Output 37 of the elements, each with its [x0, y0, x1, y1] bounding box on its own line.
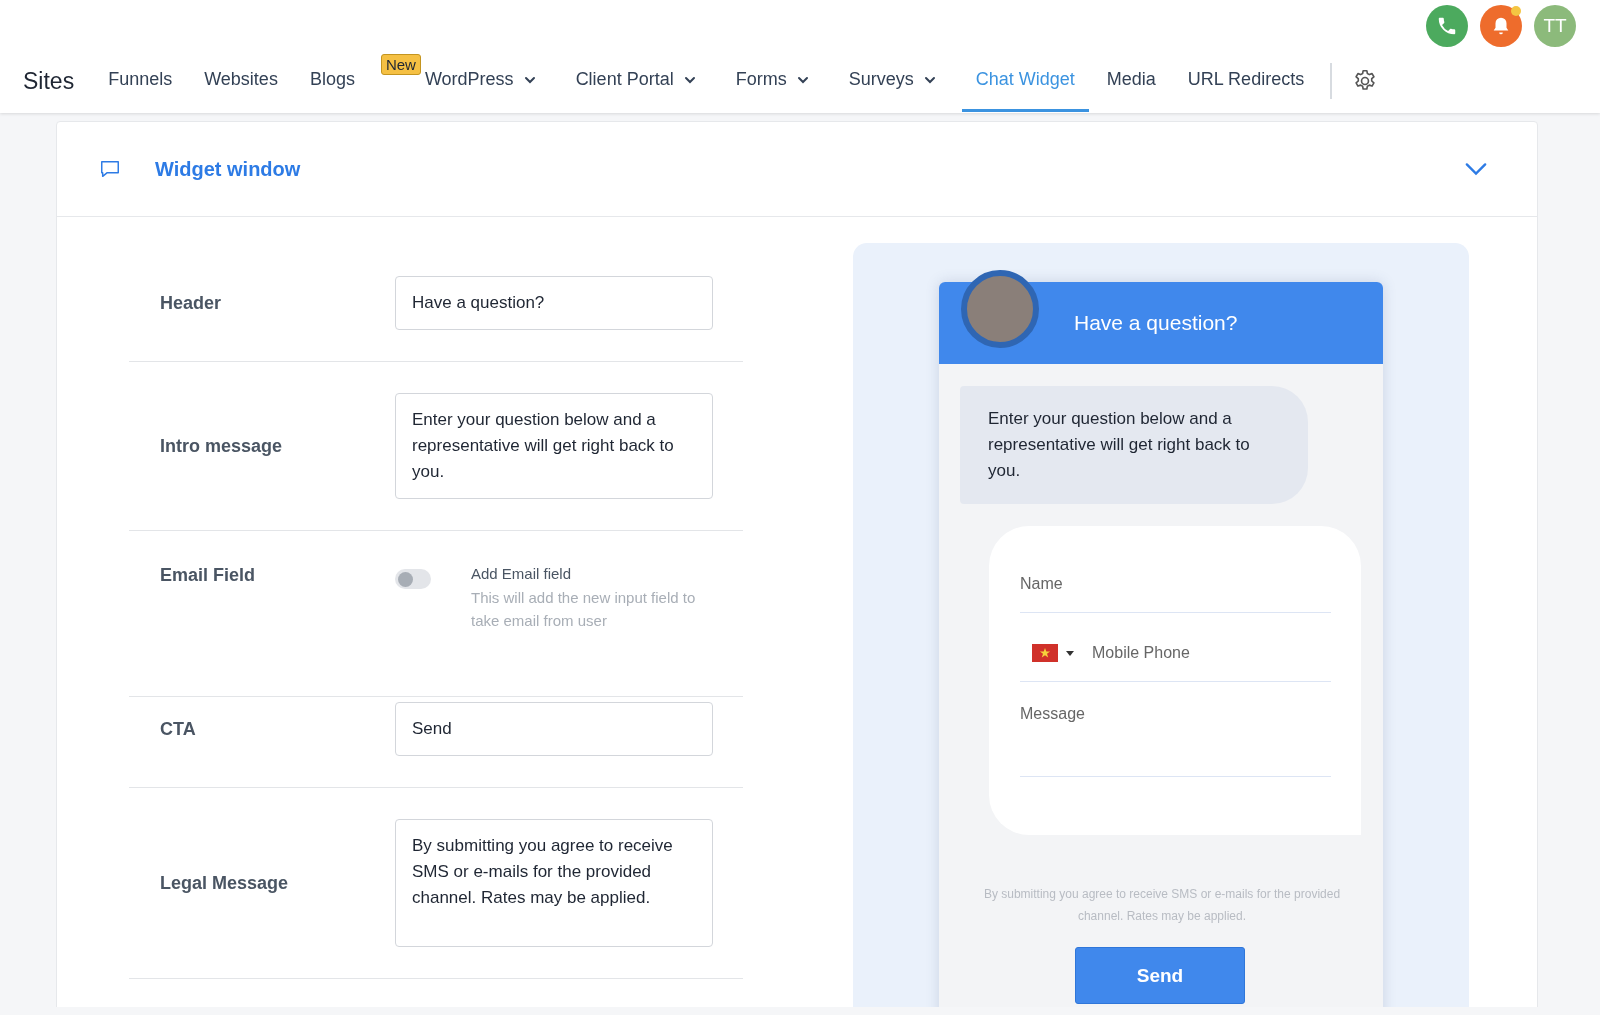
text-input[interactable]: Send	[395, 702, 713, 756]
caret-icon	[1066, 650, 1074, 656]
textarea-input[interactable]: Enter your question below and a representative will get right back to you.	[395, 393, 713, 499]
field-label: CTA	[159, 718, 197, 740]
field-label: Email Field	[159, 565, 257, 587]
section-header[interactable]: Widget window	[57, 122, 1537, 217]
intro-message-bubble: Enter your question below and a representative will get right back to you.	[960, 386, 1308, 504]
nav-tab[interactable]: Funnels	[94, 50, 187, 112]
phone-button[interactable]	[1426, 5, 1468, 47]
message-field[interactable]: Message	[1020, 694, 1331, 734]
chat-bubble-icon	[99, 158, 121, 180]
nav-tab[interactable]: Client Portal	[561, 50, 710, 112]
notifications-button[interactable]	[1480, 5, 1522, 47]
widget-title: Have a question?	[1074, 311, 1238, 335]
field-label: Intro message	[159, 435, 284, 457]
field-label: Header	[159, 292, 223, 314]
toggle-switch[interactable]	[395, 569, 431, 589]
section-title: Widget window	[155, 157, 302, 181]
nav-tab[interactable]: URL Redirects	[1173, 50, 1319, 112]
nav-tab[interactable]: Websites	[190, 50, 292, 112]
flag-icon	[1032, 644, 1058, 662]
toggle-description: This will add the new input field to take email from user	[471, 588, 697, 631]
toggle-label: Add Email field	[471, 565, 573, 582]
phone-field[interactable]: Mobile Phone	[1092, 633, 1331, 673]
nav-tab[interactable]: Forms	[721, 50, 823, 112]
name-field[interactable]: Name	[1020, 564, 1331, 604]
nav-tab[interactable]: Media	[1092, 50, 1170, 112]
nav-tab[interactable]: Blogs	[295, 50, 369, 112]
legal-text: By submitting you agree to receive SMS or e-mails for the provided channel. Rates may be applied.	[982, 886, 1342, 925]
phone-icon[interactable]	[1436, 15, 1458, 37]
new-badge: New	[380, 53, 421, 75]
field-label: Legal Message	[159, 872, 290, 894]
textarea-input[interactable]: By submitting you agree to receive SMS or e-mails for the provided channel. Rates may be applied.	[395, 819, 713, 947]
nav-tab[interactable]: Surveys	[834, 50, 950, 112]
send-button[interactable]: Send	[1075, 947, 1245, 1004]
text-input[interactable]: Have a question?	[395, 276, 713, 330]
app-title: Sites	[23, 67, 75, 95]
